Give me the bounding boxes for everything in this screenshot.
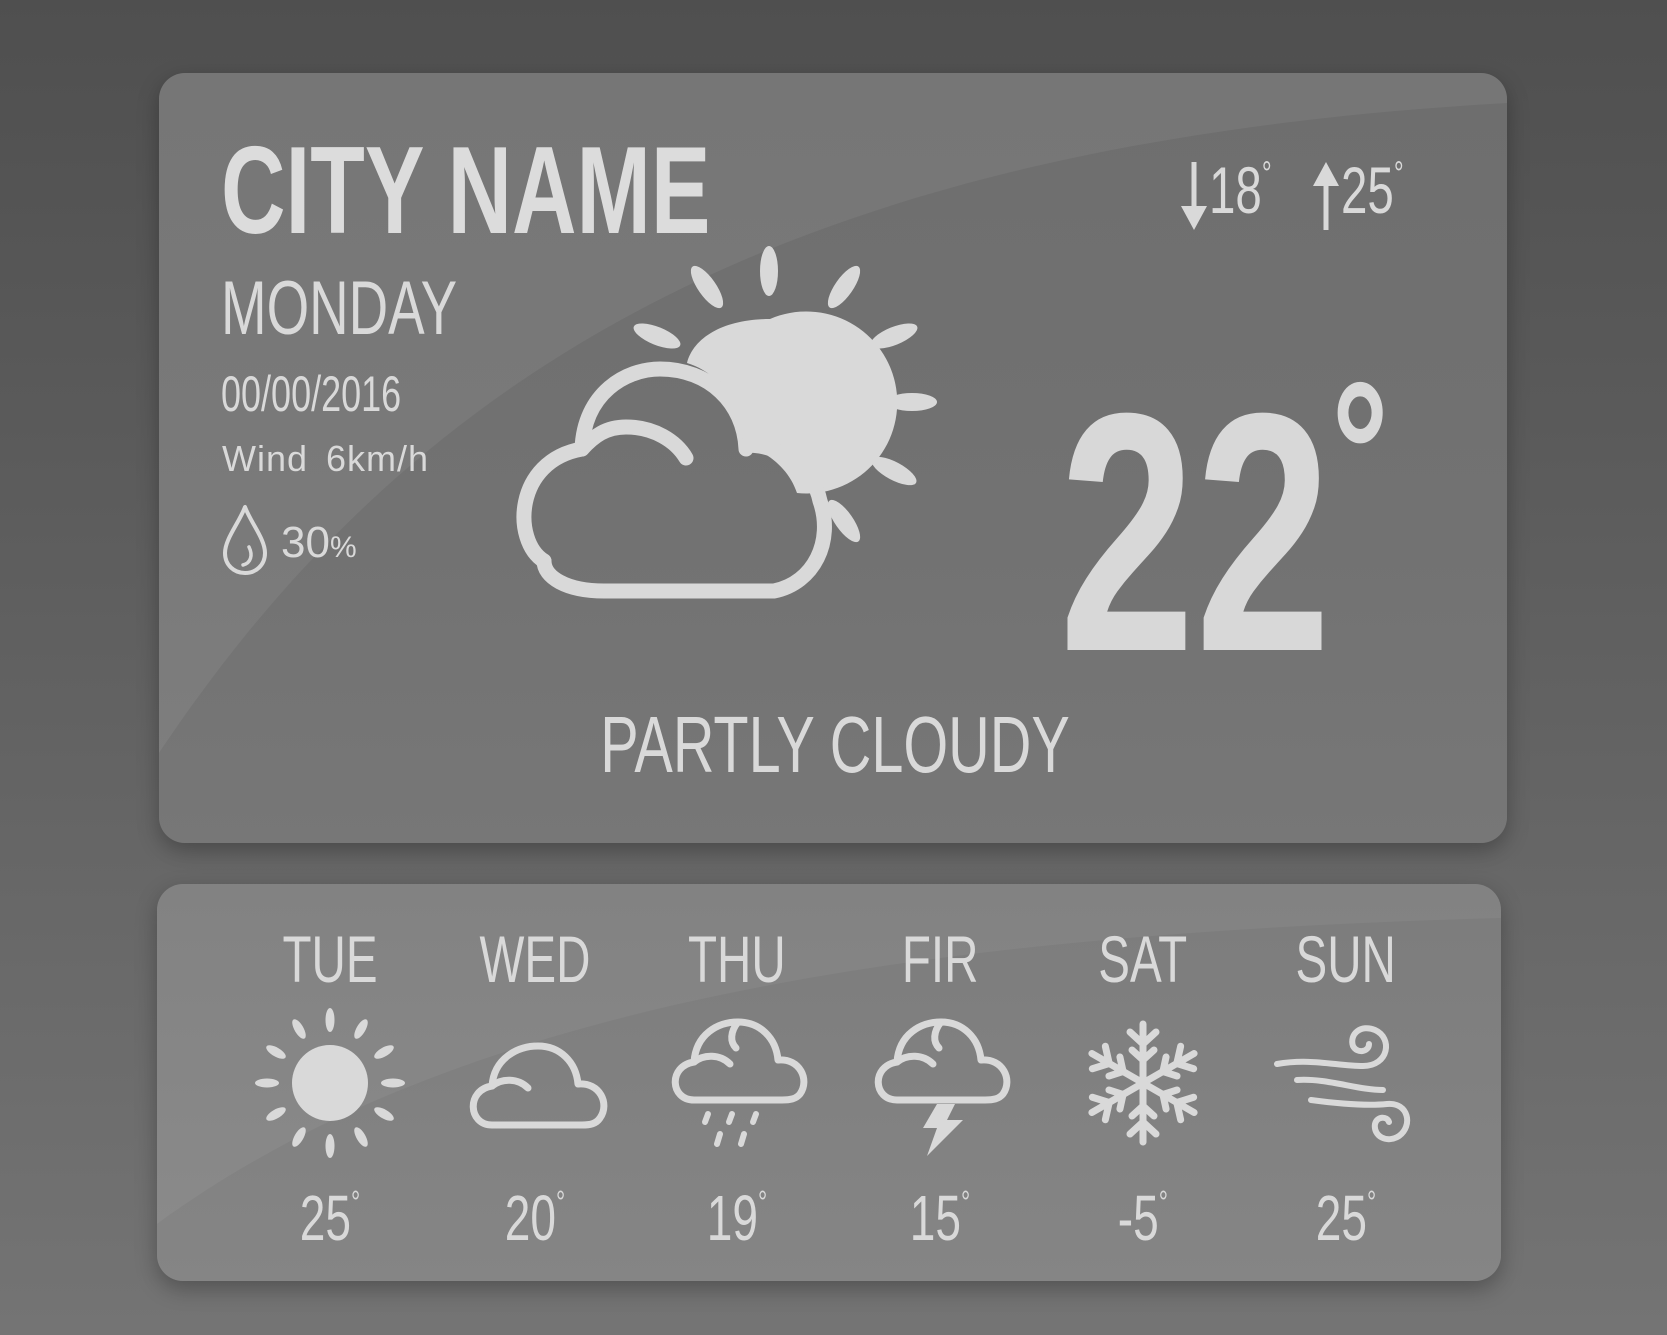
wind-value: 6km/h: [326, 438, 430, 479]
forecast-day: THU: [688, 922, 786, 996]
droplet-icon: [223, 505, 267, 575]
thunderstorm-icon: [874, 1018, 1011, 1156]
weather-condition: PARTLY CLOUDY: [600, 700, 1070, 789]
current-day: MONDAY: [221, 266, 458, 351]
min-temp: 18°: [1209, 153, 1272, 227]
max-temp: 25°: [1341, 153, 1405, 227]
humidity-unit: %: [329, 531, 357, 564]
forecast-day: SUN: [1295, 922, 1397, 996]
humidity-value: 30: [281, 518, 330, 567]
arrow-up-icon: [1313, 161, 1340, 230]
forecast-day: TUE: [282, 922, 378, 996]
forecast-card: TUE 25° WED 20° THU 19° FIR 15° SAT -5° …: [157, 884, 1501, 1281]
current-temperature: 22°: [1059, 341, 1389, 723]
forecast-temp: 20°: [504, 1182, 566, 1254]
forecast-temp: 19°: [706, 1182, 768, 1254]
rain-icon: [671, 1018, 808, 1147]
snowflake-icon: [1068, 1020, 1218, 1158]
current-date: 00/00/2016: [221, 366, 402, 422]
forecast-temp: 25°: [1315, 1182, 1377, 1254]
wind-info: Wind 6km/h: [222, 441, 429, 477]
min-max-temps: 18° 25°: [1179, 157, 1428, 232]
cloud-icon: [469, 1042, 608, 1129]
humidity: 30%: [281, 521, 357, 565]
forecast-temp: 15°: [909, 1182, 971, 1254]
wind-icon: [1274, 1025, 1411, 1143]
wind-label: Wind: [222, 438, 309, 479]
forecast-day: FIR: [901, 922, 979, 996]
current-weather-card: CITY NAME MONDAY 00/00/2016 Wind 6km/h 30…: [159, 73, 1507, 843]
forecast-day: SAT: [1098, 922, 1188, 996]
forecast-temp: 25°: [299, 1182, 361, 1254]
sun-icon: [255, 1008, 405, 1158]
partly-cloudy-icon: [516, 246, 937, 599]
forecast-temp: -5°: [1117, 1182, 1169, 1254]
forecast-day: WED: [479, 922, 591, 996]
arrow-down-icon: [1181, 161, 1207, 230]
